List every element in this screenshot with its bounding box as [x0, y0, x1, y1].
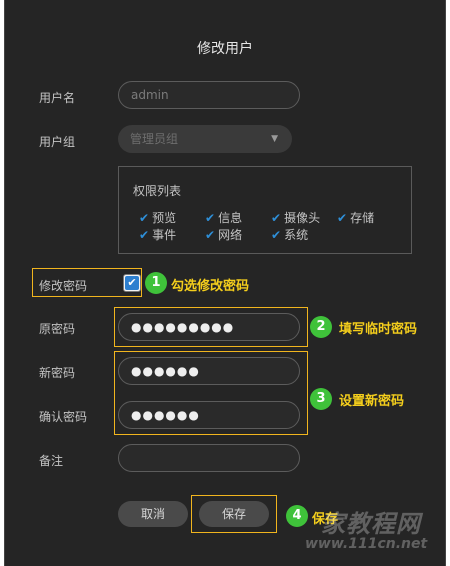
- old-password-label: 原密码: [39, 322, 76, 336]
- permission-event[interactable]: ✔ 事件: [139, 226, 176, 243]
- modify-password-label: 修改密码: [39, 279, 88, 293]
- watermark-name: 家教程网: [321, 510, 421, 538]
- new-password-label: 新密码: [39, 366, 76, 380]
- site-watermark: 家教程网 www.111cn.net: [305, 504, 447, 562]
- check-icon: ✔: [337, 211, 348, 225]
- confirm-password-label: 确认密码: [39, 410, 88, 424]
- chevron-down-icon: ▼: [271, 134, 278, 144]
- check-icon: ✔: [139, 228, 150, 242]
- modify-password-checkbox[interactable]: ✔: [123, 274, 141, 292]
- old-password-field[interactable]: ●●●●●●●●●: [118, 313, 300, 341]
- remark-label: 备注: [39, 454, 64, 468]
- edit-user-dialog: 修改用户 用户名 admin 用户组 管理员组 ▼ 权限列表 ✔ 预览 ✔ 信息 ✔…: [4, 0, 446, 566]
- permission-preview[interactable]: ✔ 预览: [139, 209, 176, 226]
- check-icon: ✔: [205, 211, 216, 225]
- check-icon: ✔: [205, 228, 216, 242]
- step-note-3: 设置新密码: [339, 394, 405, 409]
- watermark-url: www.111cn.net: [305, 536, 428, 552]
- permission-info[interactable]: ✔ 信息: [205, 209, 242, 226]
- step-badge-2: 2: [310, 316, 332, 338]
- new-password-field[interactable]: ●●●●●●: [118, 357, 300, 385]
- check-icon: ✔: [125, 276, 139, 290]
- permission-system[interactable]: ✔ 系统: [271, 226, 308, 243]
- group-select[interactable]: 管理员组 ▼: [118, 125, 292, 153]
- check-icon: ✔: [271, 211, 282, 225]
- step-note-1: 勾选修改密码: [171, 279, 250, 294]
- permission-list: 权限列表 ✔ 预览 ✔ 信息 ✔ 摄像头 ✔ 存储 ✔ 事件 ✔ 网络 ✔ 系统: [118, 166, 412, 254]
- permission-camera[interactable]: ✔ 摄像头: [271, 209, 320, 226]
- confirm-password-field[interactable]: ●●●●●●: [118, 401, 300, 429]
- dialog-title: 修改用户: [197, 41, 253, 57]
- permission-network[interactable]: ✔ 网络: [205, 226, 242, 243]
- step-badge-1: 1: [145, 272, 167, 294]
- username-label: 用户名: [39, 91, 76, 105]
- permission-storage[interactable]: ✔ 存储: [337, 209, 374, 226]
- cancel-button[interactable]: 取消: [118, 501, 188, 527]
- remark-field[interactable]: [118, 444, 300, 472]
- save-button[interactable]: 保存: [199, 501, 269, 527]
- check-icon: ✔: [271, 228, 282, 242]
- username-field[interactable]: admin: [118, 81, 300, 109]
- group-select-value: 管理员组: [130, 132, 179, 146]
- step-badge-3: 3: [310, 388, 332, 410]
- check-icon: ✔: [139, 211, 150, 225]
- permission-list-title: 权限列表: [133, 184, 182, 198]
- step-note-2: 填写临时密码: [339, 322, 418, 337]
- group-label: 用户组: [39, 135, 76, 149]
